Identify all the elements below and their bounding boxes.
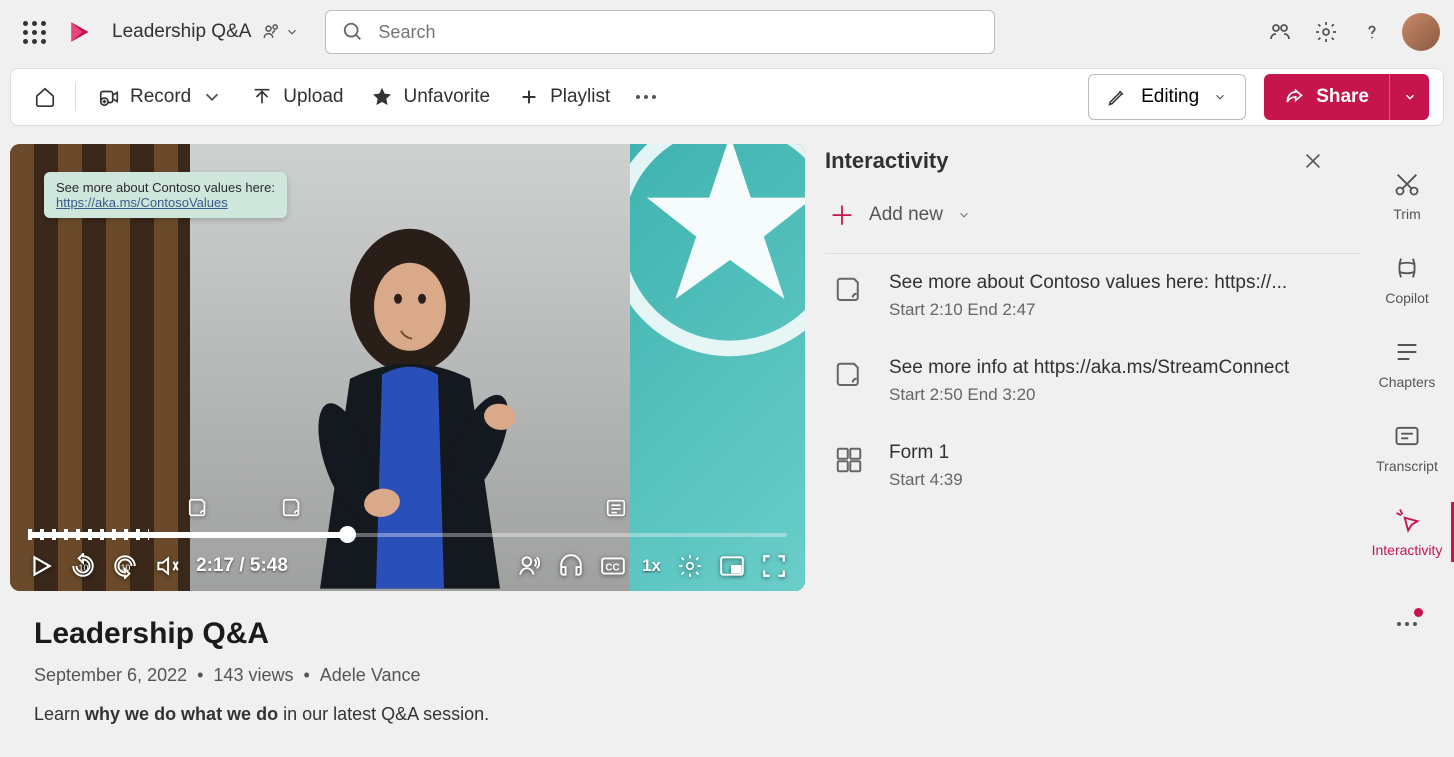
close-icon	[1302, 150, 1324, 172]
more-actions-button[interactable]	[626, 95, 666, 99]
video-settings-button[interactable]	[677, 553, 703, 579]
row-title: See more info at https://aka.ms/StreamCo…	[889, 357, 1340, 379]
pencil-icon	[1107, 87, 1127, 107]
video-player[interactable]: See more about Contoso values here: http…	[10, 144, 805, 591]
audio-button[interactable]	[558, 553, 584, 579]
play-button[interactable]	[28, 553, 54, 579]
waffle-icon	[23, 21, 46, 44]
sidebar-more-button[interactable]	[1387, 604, 1427, 644]
timeline-form-marker[interactable]	[605, 497, 629, 519]
share-icon	[1284, 87, 1304, 107]
svg-text:10: 10	[79, 562, 89, 572]
fullscreen-button[interactable]	[761, 553, 787, 579]
row-title: Form 1	[889, 442, 1340, 464]
share-caret[interactable]	[1389, 74, 1429, 120]
page-title: Leadership Q&A	[112, 21, 251, 43]
mode-switcher[interactable]: Editing	[1088, 74, 1246, 120]
video-meta: September 6, 2022•143 views•Adele Vance	[34, 665, 805, 686]
chevron-down-icon	[1403, 90, 1417, 104]
timeline-note-marker-2[interactable]	[281, 497, 305, 519]
sidebar-tab-trim[interactable]: Trim	[1360, 154, 1454, 238]
avatar[interactable]	[1402, 13, 1440, 51]
row-meta: Start 4:39	[889, 470, 1340, 490]
row-meta: Start 2:50 End 3:20	[889, 385, 1340, 405]
sidebar-tab-interactivity[interactable]: Interactivity	[1360, 490, 1454, 574]
record-button[interactable]: Record	[86, 77, 235, 117]
title-share-indicator[interactable]	[261, 22, 299, 42]
note-icon	[831, 272, 867, 320]
interactivity-icon	[1393, 506, 1421, 534]
home-button[interactable]	[25, 86, 65, 108]
help-button[interactable]	[1352, 12, 1392, 52]
interactivity-row[interactable]: See more info at https://aka.ms/StreamCo…	[825, 339, 1360, 424]
more-icon	[1397, 622, 1417, 626]
stream-logo[interactable]	[60, 12, 100, 52]
share-button[interactable]: Share	[1264, 74, 1389, 120]
close-panel-button[interactable]	[1302, 150, 1324, 172]
sidebar-tab-copilot[interactable]: Copilot	[1360, 238, 1454, 322]
unfavorite-button[interactable]: Unfavorite	[359, 77, 502, 117]
rewind-10-button[interactable]: 10	[70, 553, 96, 579]
row-title: See more about Contoso values here: http…	[889, 272, 1340, 294]
row-meta: Start 2:10 End 2:47	[889, 300, 1340, 320]
pip-button[interactable]	[719, 553, 745, 579]
chevron-down-icon	[1213, 90, 1227, 104]
sidebar-tab-transcript[interactable]: Transcript	[1360, 406, 1454, 490]
home-icon	[34, 86, 56, 108]
chapters-icon	[1393, 338, 1421, 366]
notification-badge	[1414, 608, 1423, 617]
video-callout-popup[interactable]: See more about Contoso values here: http…	[44, 172, 287, 218]
star-icon	[371, 86, 393, 108]
chevron-down-icon	[201, 86, 223, 108]
upload-icon	[251, 86, 273, 108]
camera-plus-icon	[98, 86, 120, 108]
cc-button[interactable]: CC	[600, 553, 626, 579]
svg-text:10: 10	[121, 562, 131, 572]
video-timeline[interactable]	[28, 525, 787, 543]
interactivity-row[interactable]: Form 1 Start 4:39	[825, 424, 1360, 509]
add-new-button[interactable]: ＋ Add new	[825, 174, 1360, 253]
copilot-icon	[1393, 254, 1421, 282]
popup-link[interactable]: https://aka.ms/ContosoValues	[56, 195, 228, 210]
chevron-down-icon	[957, 208, 971, 222]
transcript-icon	[1393, 422, 1421, 450]
settings-button[interactable]	[1306, 12, 1346, 52]
interactivity-row[interactable]: See more about Contoso values here: http…	[825, 254, 1360, 339]
speed-button[interactable]: 1x	[642, 556, 661, 576]
panel-title: Interactivity	[825, 148, 949, 174]
search-input[interactable]	[378, 22, 978, 43]
video-title: Leadership Q&A	[34, 617, 805, 651]
app-launcher[interactable]	[14, 12, 54, 52]
plus-icon	[518, 86, 540, 108]
help-icon	[1361, 21, 1383, 43]
playlist-button[interactable]: Playlist	[506, 77, 622, 117]
gear-icon	[1314, 20, 1338, 44]
meet-now-button[interactable]	[1260, 12, 1300, 52]
note-icon	[831, 357, 867, 405]
mute-button[interactable]	[154, 553, 180, 579]
sidebar-tab-chapters[interactable]: Chapters	[1360, 322, 1454, 406]
forward-10-button[interactable]: 10	[112, 553, 138, 579]
scissors-icon	[1393, 170, 1421, 198]
timeline-note-marker-1[interactable]	[187, 497, 211, 519]
command-bar: Record Upload Unfavorite Playlist Editin…	[10, 68, 1444, 126]
form-icon	[831, 442, 867, 490]
video-time: 2:17 / 5:48	[196, 555, 288, 577]
more-icon	[636, 95, 656, 99]
upload-button[interactable]: Upload	[239, 77, 355, 117]
search-box[interactable]	[325, 10, 995, 54]
search-icon	[342, 21, 364, 43]
svg-text:CC: CC	[605, 562, 619, 573]
video-description: Learn why we do what we do in our latest…	[34, 704, 805, 725]
plus-icon: ＋	[829, 196, 855, 233]
voice-button[interactable]	[516, 553, 542, 579]
